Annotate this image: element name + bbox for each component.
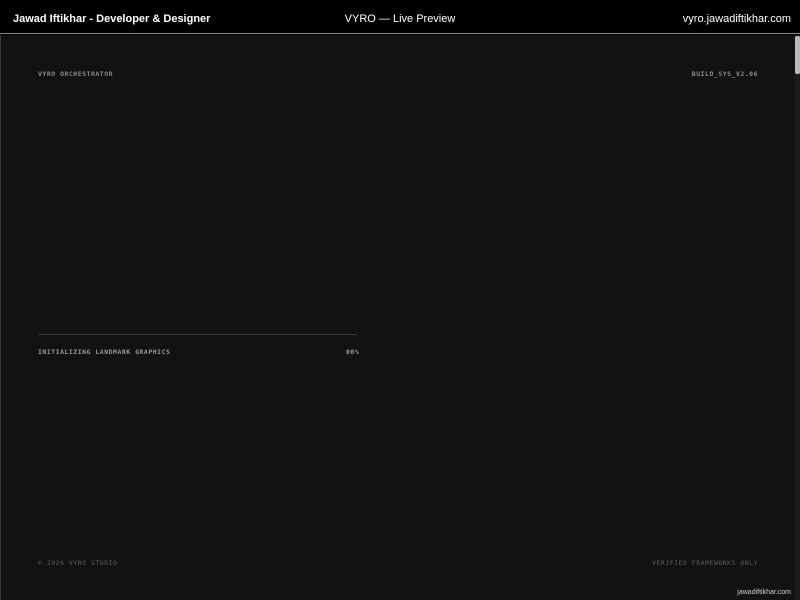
author-name[interactable]: Jawad Iftikhar - Developer & Designer <box>13 13 210 25</box>
site-link[interactable]: vyro.jawadiftikhar.com <box>683 13 791 25</box>
top-bar: VYRO — Live Preview Jawad Iftikhar - Dev… <box>0 0 800 34</box>
watermark: jawadiftikhar.com <box>737 589 791 596</box>
copyright-text: © 2026 VYRO STUDIO <box>38 559 118 567</box>
loading-status-text: INITIALIZING LANDMARK GRAPHICS <box>38 348 171 356</box>
progress-track <box>38 334 357 335</box>
build-version-label: BUILD_SYS_V2.06 <box>691 70 758 78</box>
scrollbar-thumb[interactable] <box>795 36 800 74</box>
verified-frameworks-text: VERIFIED FRAMEWORKS ONLY <box>652 559 758 567</box>
scrollbar[interactable] <box>794 35 800 600</box>
orchestrator-label: VYRO ORCHESTRATOR <box>38 70 114 78</box>
preview-viewport: VYRO ORCHESTRATOR BUILD_SYS_V2.06 INITIA… <box>0 35 794 600</box>
loading-percentage: 00% <box>346 348 360 356</box>
